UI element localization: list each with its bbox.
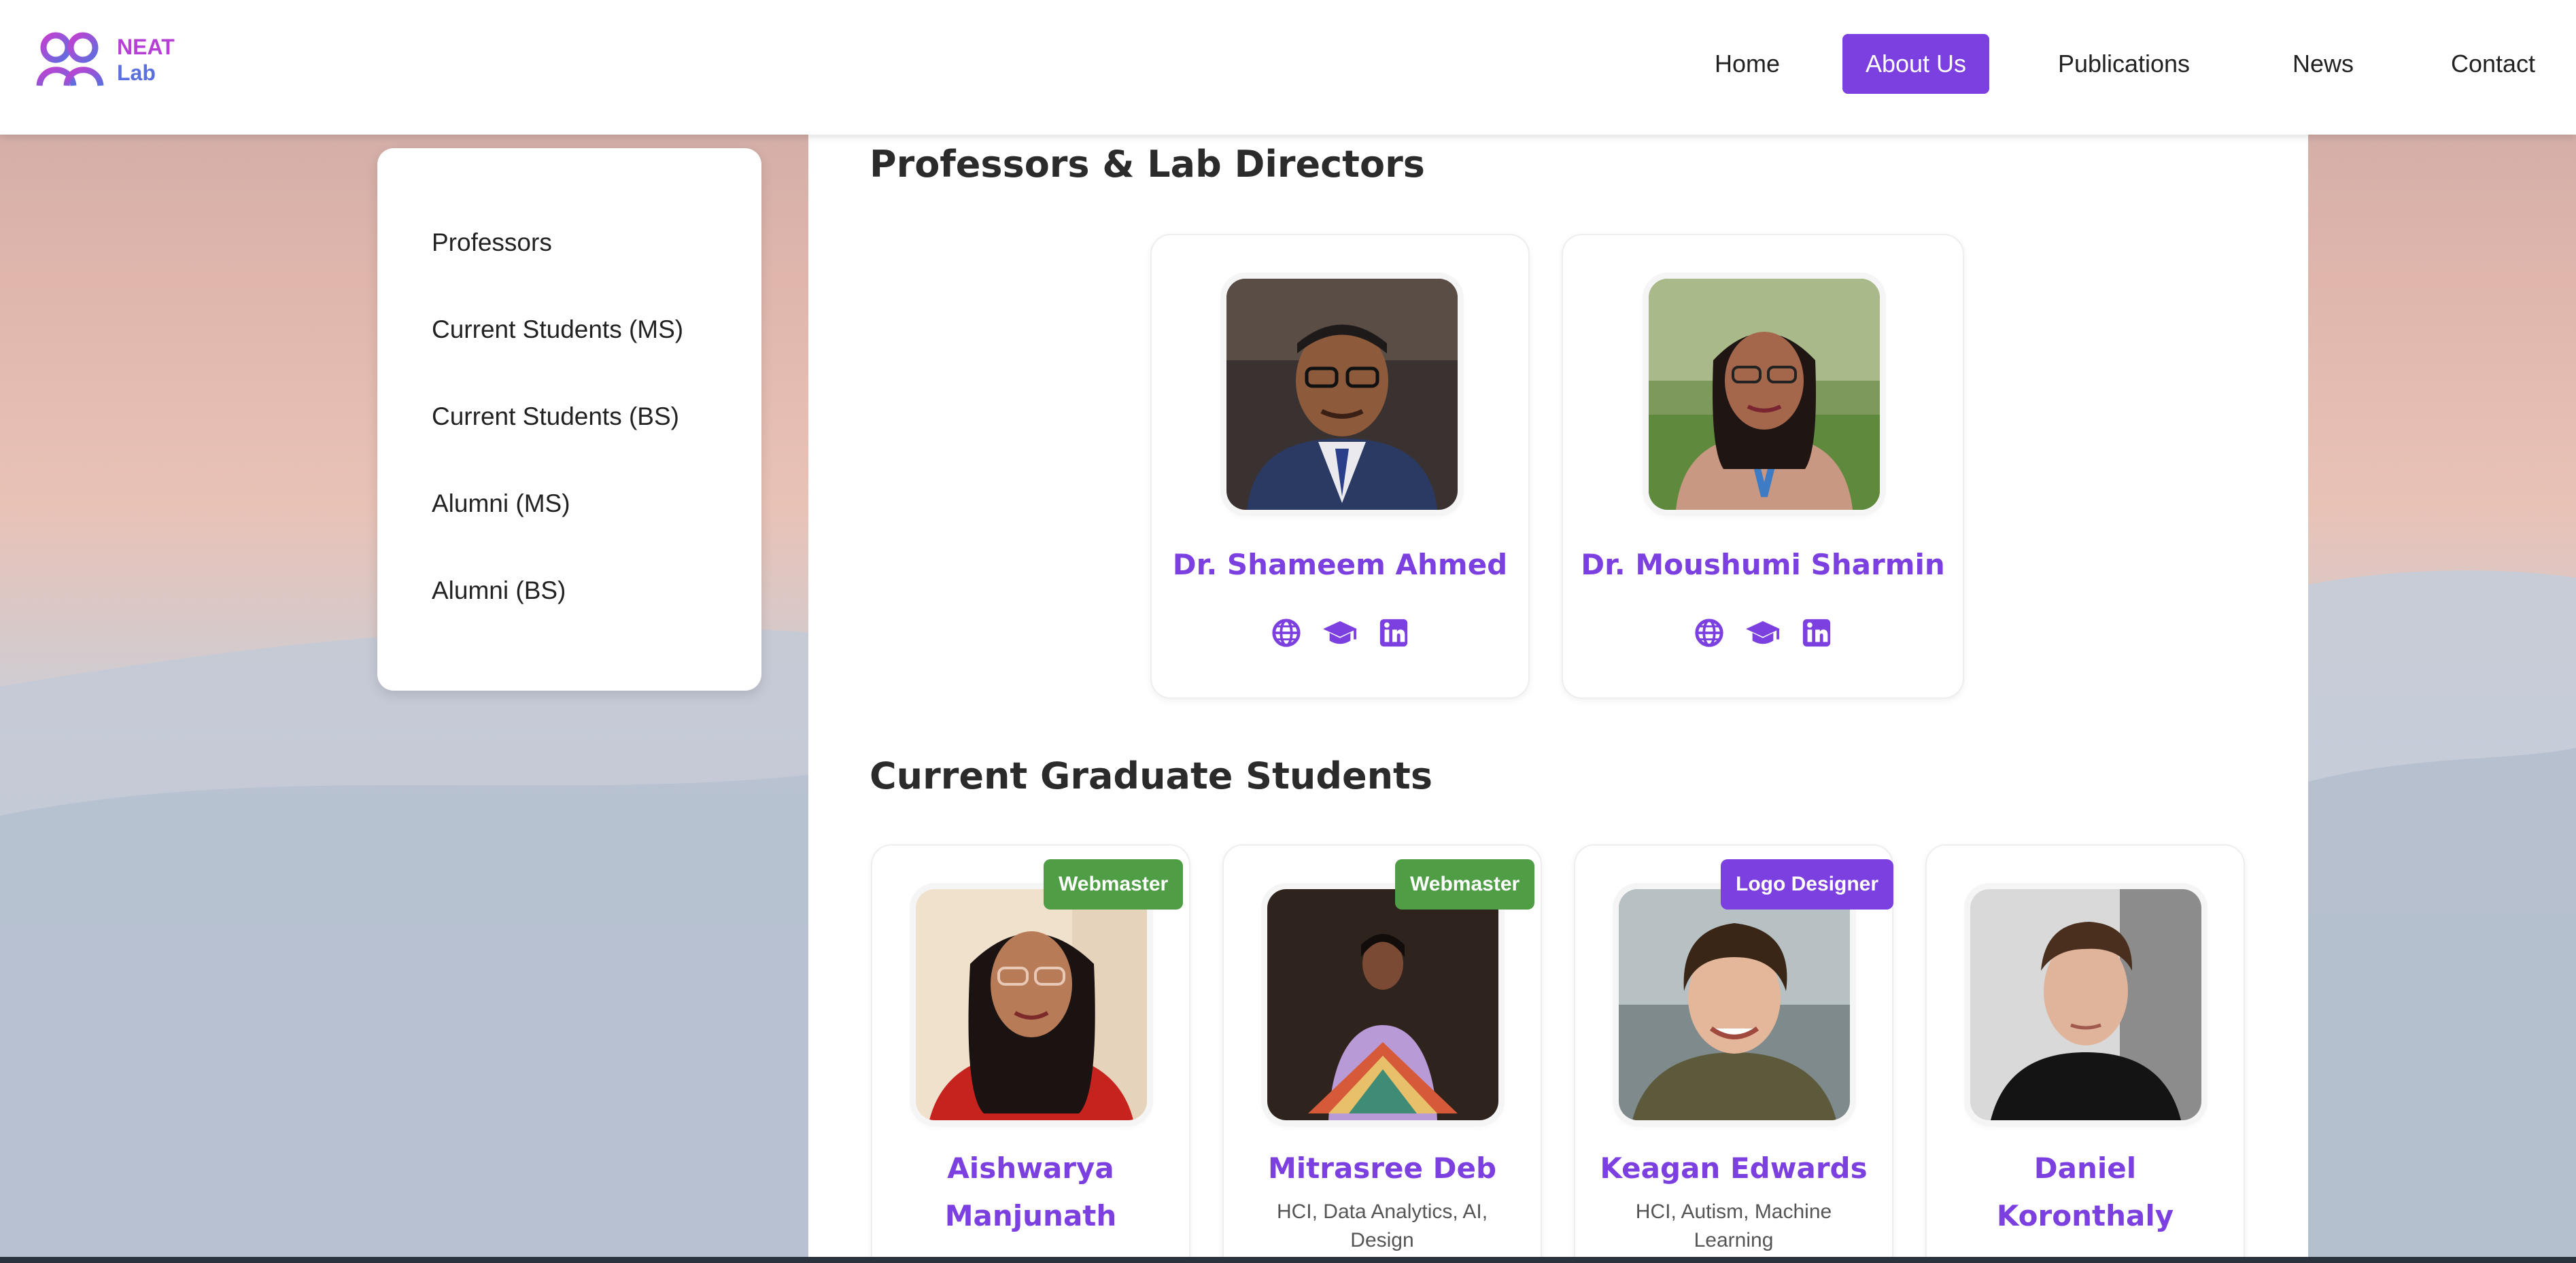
sidebar-item-professors[interactable]: Professors <box>432 228 552 257</box>
linkedin-icon[interactable] <box>1801 617 1832 648</box>
sidebar-item-current-ms[interactable]: Current Students (MS) <box>432 315 683 344</box>
person-name-line-2: Koronthaly <box>1996 1199 2174 1232</box>
logo-line-1: NEAT <box>117 35 175 59</box>
professor-card[interactable]: Dr. Moushumi Sharmin <box>1562 234 1964 699</box>
sidebar-item-current-bs[interactable]: Current Students (BS) <box>432 402 679 431</box>
social-links <box>1152 617 1528 651</box>
sidebar-item-alumni-ms[interactable]: Alumni (MS) <box>432 489 570 518</box>
research-interests: HCI, Data Analytics, AI, Design <box>1276 1200 1488 1251</box>
avatar <box>1226 279 1458 510</box>
bottom-edge-bar <box>0 1257 2576 1263</box>
people-sidebar: Professors Current Students (MS) Current… <box>377 148 761 691</box>
main-content: Professors & Lab Directors Dr. Shameem A… <box>808 135 2308 1263</box>
neat-lab-logo[interactable]: NEAT Lab <box>34 27 177 88</box>
person-name[interactable]: Keagan Edwards <box>1575 1145 1892 1192</box>
nav-about-us[interactable]: About Us <box>1842 34 1989 94</box>
role-badge: Logo Designer <box>1721 859 1894 910</box>
sidebar-item-alumni-bs[interactable]: Alumni (BS) <box>432 576 566 605</box>
nav-news[interactable]: News <box>2276 34 2371 94</box>
role-badge: Webmaster <box>1044 859 1184 910</box>
person-name[interactable]: Daniel Koronthaly <box>1927 1145 2244 1240</box>
avatar <box>1267 889 1498 1120</box>
person-name[interactable]: Aishwarya Manjunath <box>872 1145 1189 1240</box>
logo-text: NEAT Lab <box>117 34 175 86</box>
nav-contact[interactable]: Contact <box>2425 34 2561 94</box>
nav-home[interactable]: Home <box>1669 34 1825 94</box>
globe-icon[interactable] <box>1271 617 1302 648</box>
professor-card[interactable]: Dr. Shameem Ahmed <box>1150 234 1530 699</box>
person-name-line-2: Manjunath <box>944 1199 1117 1232</box>
section-title-grads: Current Graduate Students <box>870 755 1433 797</box>
avatar <box>916 889 1147 1120</box>
avatar <box>1970 889 2201 1120</box>
student-card[interactable]: Webmaster Mitrasree Deb HCI, Data Analyt… <box>1222 844 1542 1263</box>
nav-publications[interactable]: Publications <box>2032 34 2216 94</box>
person-name[interactable]: Dr. Moushumi Sharmin <box>1563 541 1963 589</box>
site-header: NEAT Lab Home About Us Publications News… <box>0 0 2576 135</box>
role-badge: Webmaster <box>1395 859 1535 910</box>
student-card[interactable]: Logo Designer Keagan Edwards HCI, Autism… <box>1574 844 1894 1263</box>
research-interests: HCI, Autism, Machine Learning <box>1635 1200 1832 1251</box>
logo-mark-icon <box>36 32 104 86</box>
student-card[interactable]: Daniel Koronthaly <box>1925 844 2245 1263</box>
linkedin-icon[interactable] <box>1378 617 1409 648</box>
graduation-cap-icon[interactable] <box>1321 617 1359 648</box>
section-title-professors: Professors & Lab Directors <box>870 143 1425 186</box>
logo-line-2: Lab <box>117 60 156 85</box>
social-links <box>1563 617 1963 651</box>
globe-icon[interactable] <box>1694 617 1725 648</box>
graduation-cap-icon[interactable] <box>1744 617 1782 648</box>
person-name-line-1: Aishwarya <box>947 1152 1114 1185</box>
person-name-line-1: Daniel <box>2033 1152 2137 1185</box>
avatar <box>1619 889 1850 1120</box>
person-name[interactable]: Dr. Shameem Ahmed <box>1152 541 1528 589</box>
person-name[interactable]: Mitrasree Deb <box>1224 1145 1541 1192</box>
student-card[interactable]: Webmaster Aishwarya Manjunath <box>871 844 1190 1263</box>
avatar <box>1649 279 1880 510</box>
